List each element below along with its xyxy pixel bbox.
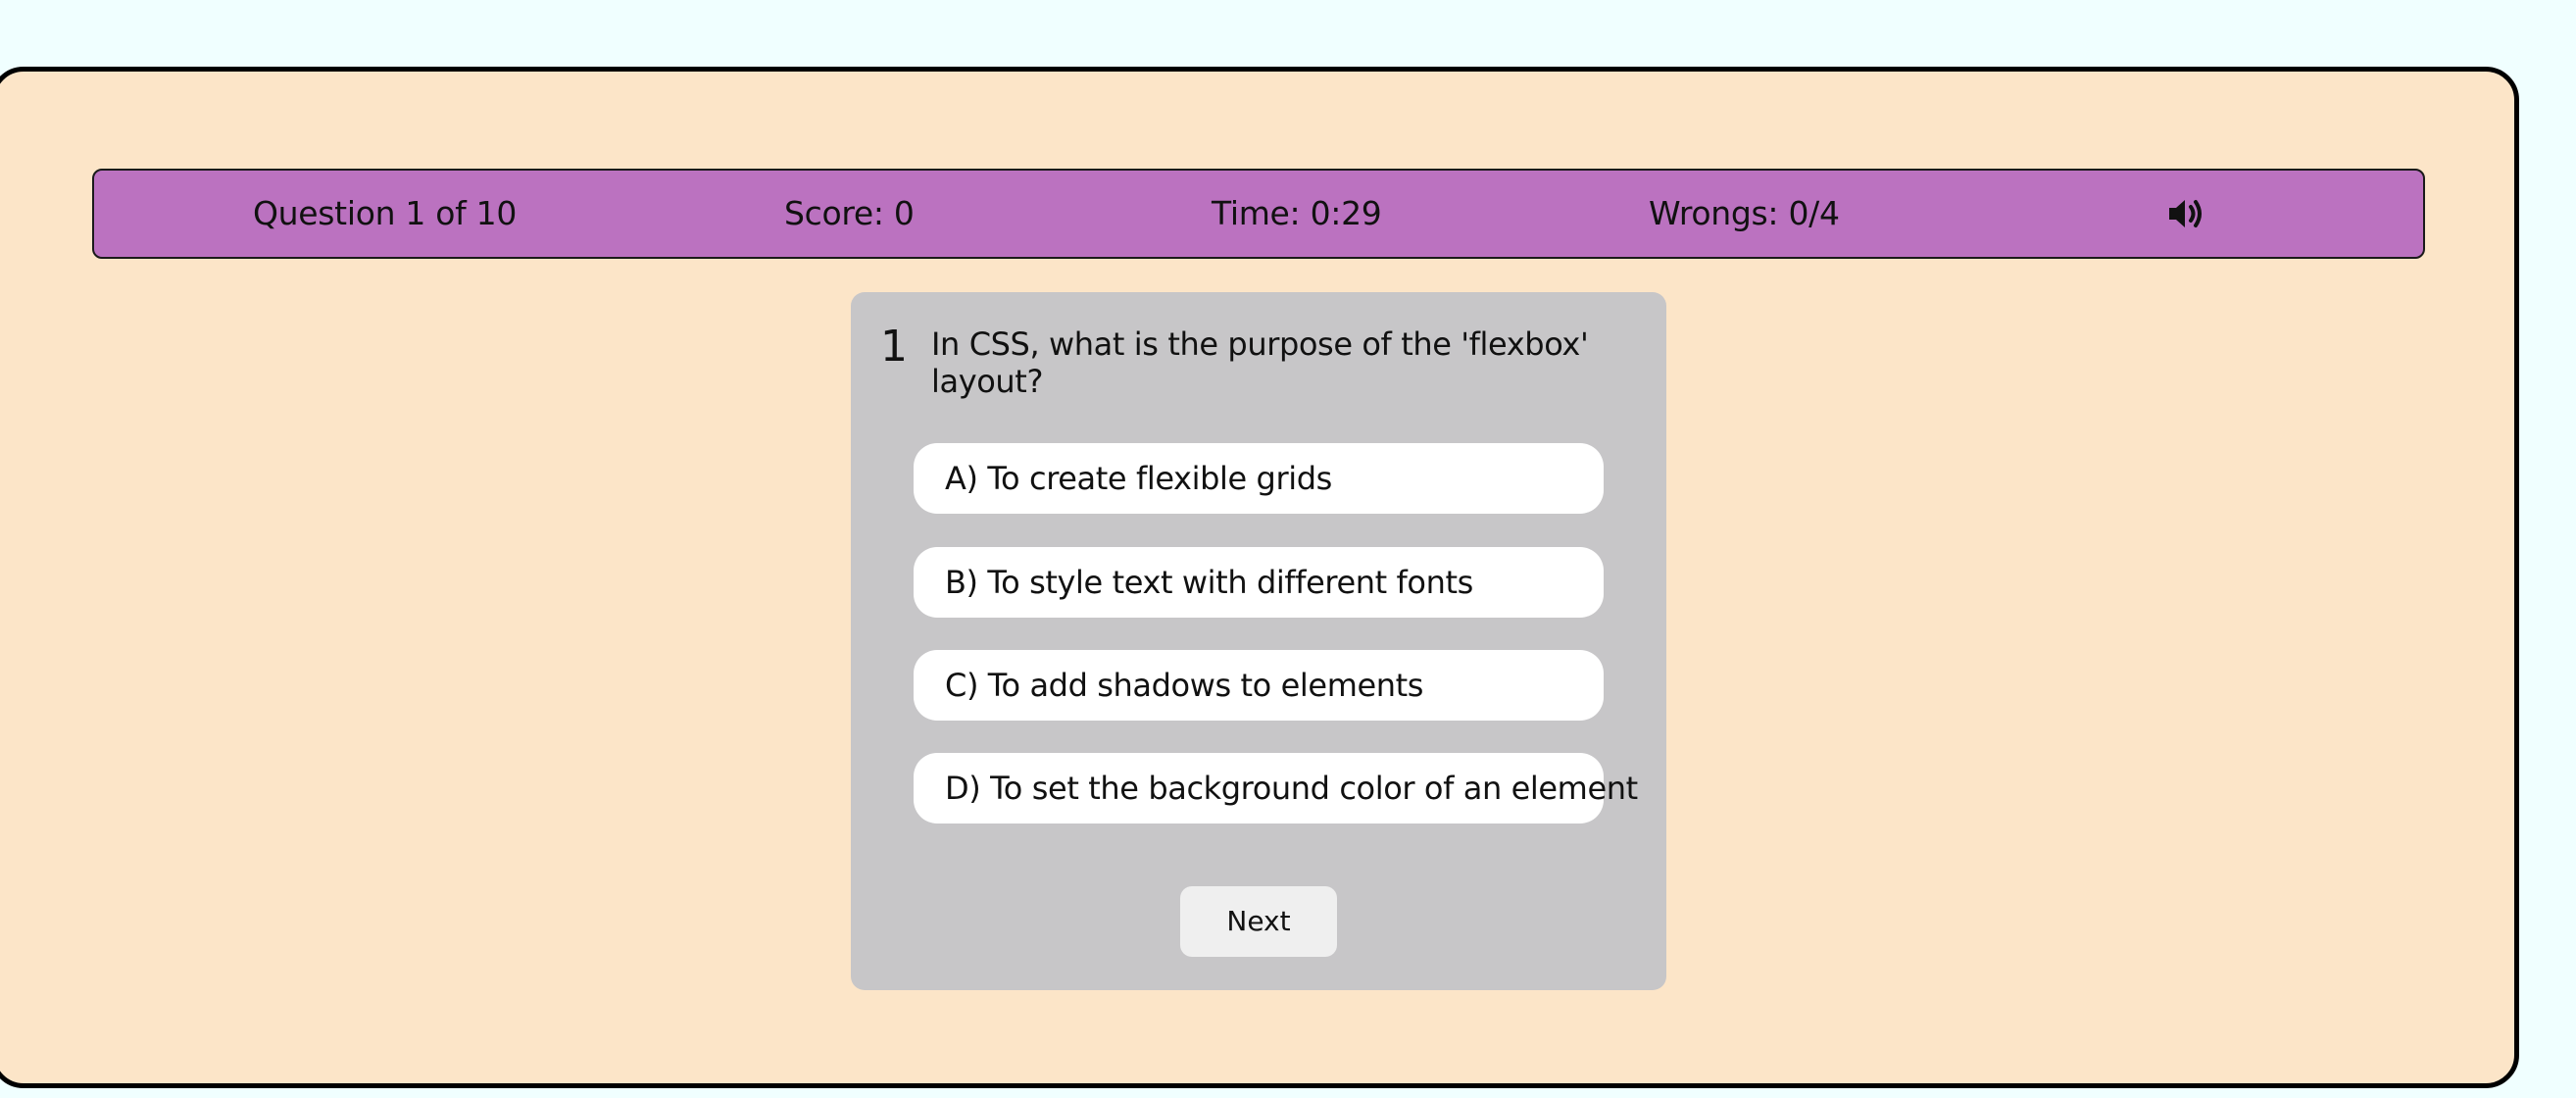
speaker-volume-icon: [2169, 200, 2202, 227]
answer-option-a[interactable]: A) To create flexible grids: [914, 443, 1604, 514]
sound-toggle-button[interactable]: [2162, 194, 2209, 233]
answer-option-c[interactable]: C) To add shadows to elements: [914, 650, 1604, 721]
wrongs-display: Wrongs: 0/4: [1649, 194, 1840, 232]
question-card: 1 In CSS, what is the purpose of the 'fl…: [851, 292, 1666, 990]
next-button[interactable]: Next: [1180, 886, 1337, 957]
time-display: Time: 0:29: [1212, 194, 1382, 232]
score-display: Score: 0: [784, 194, 915, 232]
question-progress: Question 1 of 10: [253, 194, 518, 232]
question-text: In CSS, what is the purpose of the 'flex…: [931, 325, 1589, 401]
status-bar: Question 1 of 10 Score: 0 Time: 0:29 Wro…: [92, 169, 2425, 259]
question-number: 1: [880, 322, 908, 372]
answer-option-b[interactable]: B) To style text with different fonts: [914, 547, 1604, 618]
answer-option-d[interactable]: D) To set the background color of an ele…: [914, 753, 1638, 824]
